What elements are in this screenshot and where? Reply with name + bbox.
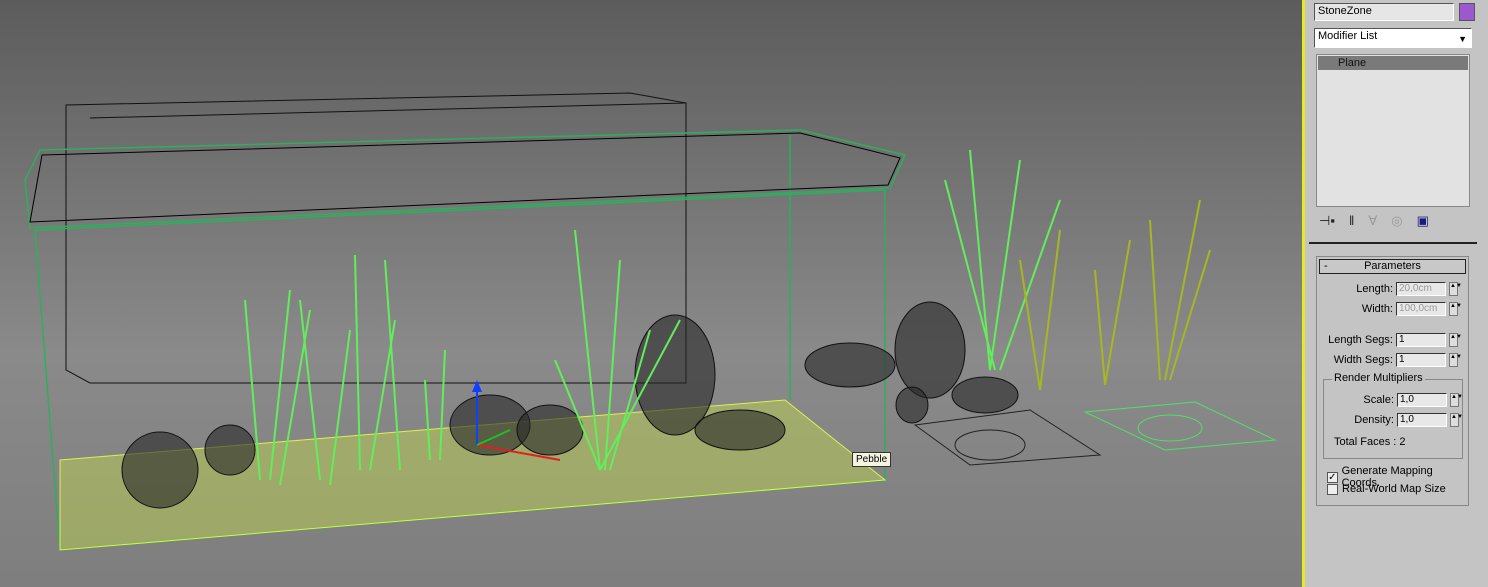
length-input[interactable]: 20,0cm [1396,282,1446,296]
modify-panel: StoneZone Modifier List ▼ Plane ⊣▪ ǁ ∀ ◎ … [1302,0,1488,587]
real-world-map-checkbox[interactable]: Real-World Map Size [1327,483,1446,495]
length-segs-spinner[interactable]: ▲▼ [1449,333,1462,347]
stack-item-plane[interactable]: Plane [1318,56,1468,70]
length-segs-label: Length Segs: [1328,334,1393,346]
length-spinner[interactable]: ▲▼ [1449,282,1462,296]
collapse-icon: - [1324,260,1328,272]
plane-object-2 [1083,401,1277,451]
modifier-stack[interactable]: Plane [1316,54,1470,207]
remove-modifier-icon[interactable]: ◎ [1391,213,1402,229]
modifier-list-label: Modifier List [1318,30,1378,42]
group-title: Render Multipliers [1332,372,1425,384]
width-input[interactable]: 100,0cm [1396,302,1446,316]
scene-wireframe [24,92,1277,551]
plane-object-1 [913,409,1102,466]
parameters-rollout: - Parameters Length: 20,0cm ▲▼ Width: 100,0c… [1316,256,1469,506]
make-unique-icon[interactable]: ∀ [1368,213,1377,229]
density-spinner[interactable]: ▲▼ [1450,413,1463,427]
width-segs-spinner[interactable]: ▲▼ [1449,353,1462,367]
width-spinner[interactable]: ▲▼ [1449,302,1462,316]
divider [1309,242,1477,244]
width-segs-label: Width Segs: [1333,354,1393,366]
rollout-title: Parameters [1364,260,1421,272]
show-end-result-icon[interactable]: ǁ [1349,213,1354,229]
parameters-rollout-header[interactable]: - Parameters [1319,259,1466,274]
pin-stack-icon[interactable]: ⊣▪ [1319,213,1335,229]
object-color-swatch[interactable] [1459,3,1475,21]
length-label: Length: [1356,283,1393,295]
object-name-input[interactable]: StoneZone [1314,3,1454,21]
width-segs-input[interactable]: 1 [1396,353,1446,367]
width-label: Width: [1361,303,1393,315]
density-input[interactable]: 1,0 [1397,413,1447,427]
real-world-label: Real-World Map Size [1342,483,1446,495]
chevron-down-icon: ▼ [1458,34,1467,44]
scale-input[interactable]: 1,0 [1397,393,1447,407]
checkbox-unchecked[interactable] [1327,483,1338,495]
modifier-list-dropdown[interactable]: Modifier List ▼ [1314,28,1472,48]
object-tooltip: Pebble [852,452,892,467]
configure-modifier-sets-icon[interactable]: ▣ [1417,213,1429,229]
length-segs-input[interactable]: 1 [1396,333,1446,347]
perspective-viewport[interactable]: Pebble [0,0,1302,587]
stack-toolbar: ⊣▪ ǁ ∀ ◎ ▣ [1319,213,1469,229]
checkbox-checked[interactable]: ✓ [1327,471,1338,483]
scale-label: Scale: [1363,394,1394,406]
scale-spinner[interactable]: ▲▼ [1450,393,1463,407]
render-multipliers-group: Render Multipliers Scale: 1,0 ▲▼ Density: 1… [1323,372,1463,459]
total-faces: Total Faces : 2 [1334,436,1406,448]
black-box-wireframe [65,92,687,384]
density-label: Density: [1354,414,1394,426]
